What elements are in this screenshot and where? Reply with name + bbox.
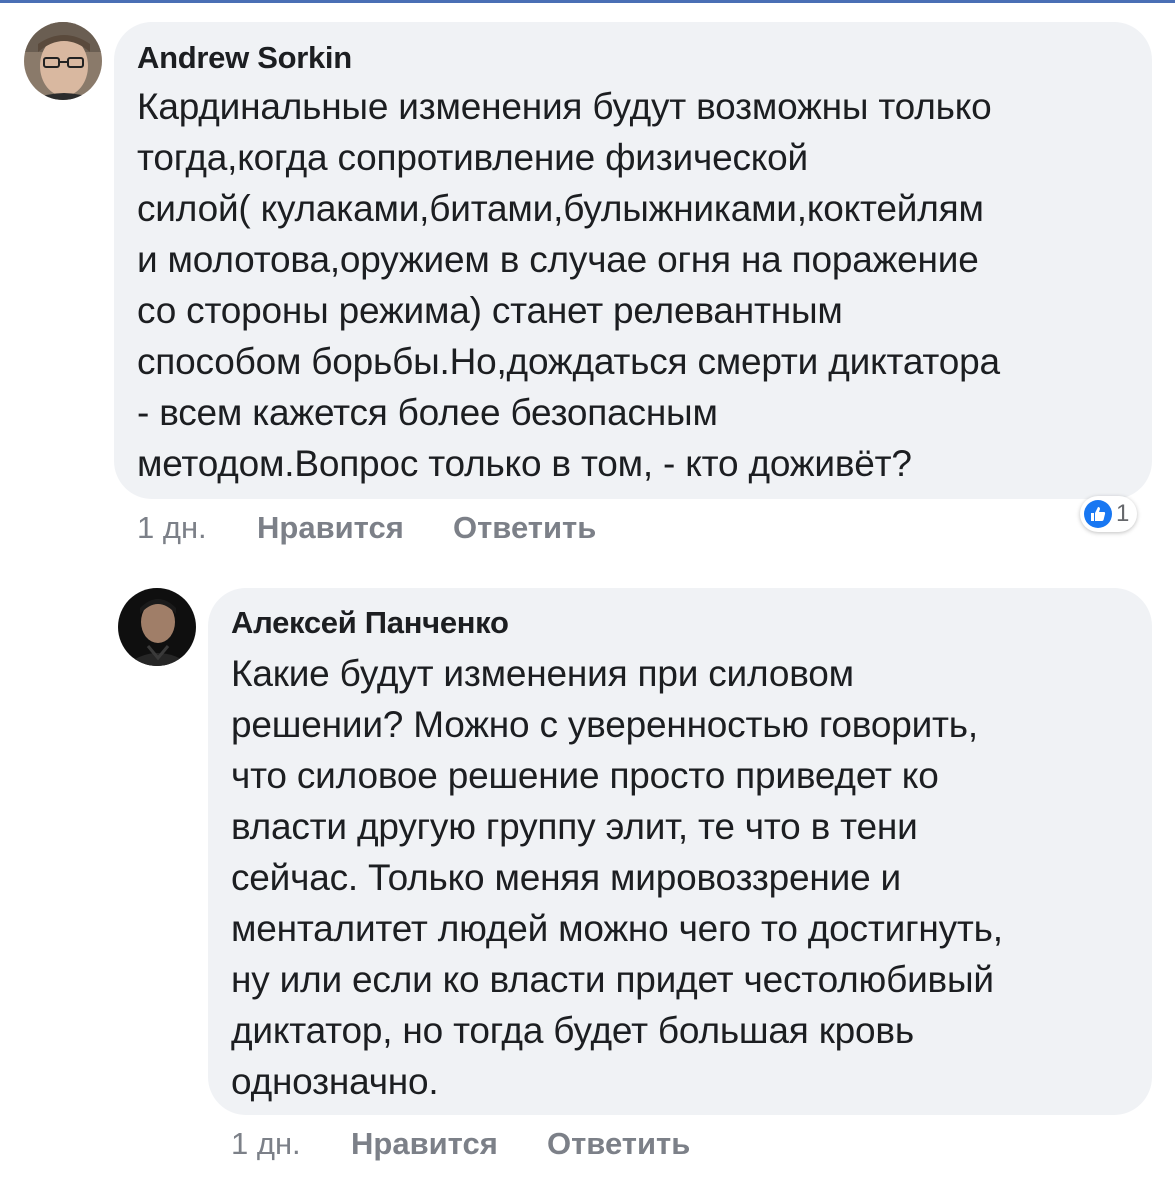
comment-text-line: и молотова,оружием в случае огня на пора…: [137, 239, 979, 280]
comment-text-line: со стороны режима) станет релевантным: [137, 290, 843, 331]
comment-text-line: Кардинальные изменения будут возможны то…: [137, 86, 992, 127]
reply-button[interactable]: Ответить: [453, 510, 596, 546]
comment-text-line: власти другую группу элит, те что в тени: [231, 806, 918, 847]
comment-author[interactable]: Алексей Панченко: [231, 605, 509, 641]
like-button[interactable]: Нравится: [351, 1126, 498, 1162]
comment-timestamp[interactable]: 1 дн.: [231, 1126, 301, 1162]
comment-text-line: менталитет людей можно чего то достигнут…: [231, 908, 1003, 949]
reaction-count: 1: [1116, 500, 1130, 527]
comment-text-line: тогда,когда сопротивление физической: [137, 137, 809, 178]
comment-text-line: сейчас. Только меняя мировоззрение и: [231, 857, 902, 898]
comment-timestamp[interactable]: 1 дн.: [137, 510, 207, 546]
comment-text-line: ну или если ко власти придет честолюбивы…: [231, 959, 994, 1000]
avatar[interactable]: [118, 588, 196, 666]
like-button[interactable]: Нравится: [257, 510, 404, 546]
reaction-count-badge[interactable]: 1: [1080, 496, 1138, 532]
reply-button[interactable]: Ответить: [547, 1126, 690, 1162]
comment-text: Какие будут изменения при силовом решени…: [231, 648, 1003, 1107]
comment-text-line: методом.Вопрос только в том, - кто дожив…: [137, 443, 912, 484]
avatar[interactable]: [24, 22, 102, 100]
comment-author[interactable]: Andrew Sorkin: [137, 40, 352, 76]
comment-text-line: силой( кулаками,битами,булыжниками,кокте…: [137, 188, 984, 229]
comment-text-line: что силовое решение просто приведет ко: [231, 755, 939, 796]
comment-text-line: Какие будут изменения при силовом: [231, 653, 854, 694]
comment-text-line: - всем кажется более безопасным: [137, 392, 718, 433]
comment-text-line: однозначно.: [231, 1061, 439, 1102]
comment-text: Кардинальные изменения будут возможны то…: [137, 81, 1000, 489]
comment-text-line: диктатор, но тогда будет большая кровь: [231, 1010, 914, 1051]
comment-text-line: решении? Можно с уверенностью говорить,: [231, 704, 978, 745]
top-border: [0, 0, 1175, 3]
comment-text-line: способом борьбы.Но,дождаться смерти дикт…: [137, 341, 1000, 382]
like-icon: [1084, 500, 1112, 528]
